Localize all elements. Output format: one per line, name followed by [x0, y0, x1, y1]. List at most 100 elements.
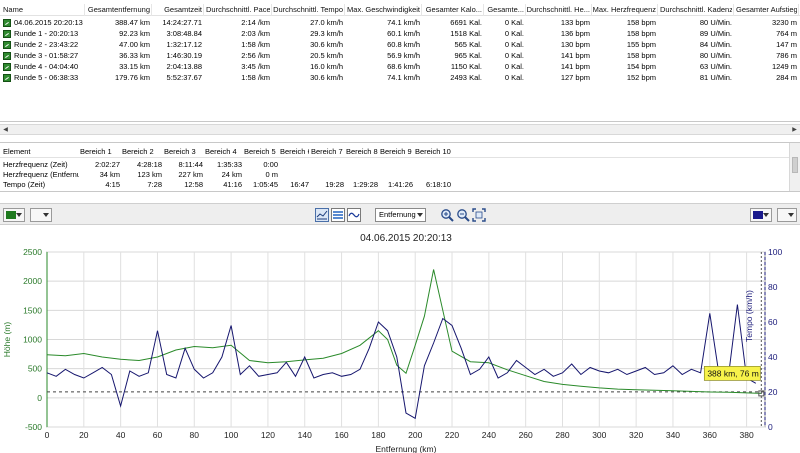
table-cell: Runde 2 - 23:43:22 [14, 40, 79, 49]
table-cell: 12:58 [184, 180, 203, 189]
laps-column-header[interactable]: Gesamtentfernung [86, 4, 150, 15]
zoom-in-icon[interactable] [440, 208, 454, 222]
fit-icon[interactable] [472, 208, 486, 222]
chevron-down-icon [788, 213, 794, 217]
table-row[interactable]: Tempo (Zeit) 4:15 7:28 12:58 41:16 1:05:45 16:… [0, 180, 789, 190]
table-row[interactable]: Runde 2 - 23:43:22 47.00 km 1:32:17.12 1:58… [0, 39, 800, 50]
table-cell: 147 m [776, 40, 797, 49]
chart-mode-icon[interactable] [315, 208, 329, 222]
table-cell: 0 m [265, 170, 278, 179]
laps-column-header[interactable]: Gesamtzeit [152, 4, 202, 15]
table-cell: 60.8 km/h [387, 40, 420, 49]
table-row[interactable]: Runde 3 - 01:58:27 36.33 km 1:46:30.19 2:56… [0, 50, 800, 61]
table-cell: 1249 m [771, 62, 797, 71]
table-cell: Runde 1 - 20:20:13 [14, 29, 79, 38]
zones-column-header[interactable]: Bereich 9 [380, 146, 413, 158]
table-cell: 19:28 [325, 180, 344, 189]
vertical-scrollbar[interactable] [789, 143, 800, 191]
scroll-left-icon[interactable]: ◀ [0, 125, 11, 135]
zones-column-header[interactable]: Element [3, 146, 79, 158]
table-row[interactable]: Herzfrequenz (Entfernung) 34 km 123 km 227 … [0, 170, 789, 180]
right-series-dropdown[interactable] [777, 208, 797, 222]
y-tick-label-right: 40 [768, 352, 778, 362]
table-cell: 2:02:27 [94, 160, 120, 169]
table-cell: 0 Kal. [504, 29, 524, 38]
laps-column-header[interactable]: Gesamter Kalo... [422, 4, 482, 15]
table-cell: 16.0 km/h [310, 62, 343, 71]
table-cell [415, 160, 451, 170]
table-cell [380, 170, 413, 180]
zones-column-header[interactable]: Bereich 5 [244, 146, 278, 158]
zones-column-header[interactable]: Bereich 7 [311, 146, 344, 158]
chart-title: 04.06.2015 20:20:13 [360, 233, 452, 244]
column-divider[interactable] [84, 4, 85, 16]
y-axis-label-left: Höhe (m) [2, 322, 12, 358]
distance-select[interactable]: Entfernung [375, 208, 426, 222]
table-row[interactable]: Herzfrequenz (Zeit) 2:02:27 4:28:18 8:11:44… [0, 160, 789, 170]
chart-svg[interactable]: -500050010001500200025000 20 40 60 80 100 120 1… [0, 226, 800, 453]
laps-column-header[interactable]: Durchschnittl. Tempo [273, 4, 343, 15]
zones-column-header[interactable]: Bereich 10 [415, 146, 451, 158]
right-color-swatch [753, 211, 763, 219]
column-divider[interactable] [733, 4, 734, 16]
table-cell: 3:45 /km [241, 62, 270, 71]
scrollbar-thumb[interactable] [792, 157, 798, 173]
table-cell [346, 160, 378, 170]
right-series-color-button[interactable] [750, 208, 772, 222]
table-cell: 1518 Kal. [450, 29, 482, 38]
elevation-speed-chart[interactable]: -500 0 500 1000 1500 2000 2500 0 20 40 60 80 100 120 1… [0, 226, 800, 453]
y-tick-label-left: 2000 [23, 276, 42, 286]
column-divider[interactable] [203, 4, 204, 16]
laps-column-header[interactable]: Gesamter Aufstieg [736, 4, 797, 15]
laps-column-header[interactable]: Gesamte... [484, 4, 524, 15]
table-row[interactable]: Runde 1 - 20:20:13 92.23 km 3:08:48.84 2:03… [0, 28, 800, 39]
laps-column-header[interactable]: Durchschnittl. He... [526, 4, 590, 15]
table-cell: Runde 3 - 01:58:27 [14, 51, 79, 60]
column-divider[interactable] [344, 4, 345, 16]
column-divider[interactable] [271, 4, 272, 16]
table-cell: 5:52:37.67 [166, 73, 202, 82]
table-cell [311, 160, 344, 170]
table-cell: Herzfrequenz (Entfernung) [3, 170, 79, 179]
x-tick-label: 240 [482, 430, 496, 440]
table-row[interactable]: Runde 4 - 04:04:40 33.15 km 2:04:13.88 3:45… [0, 61, 800, 72]
lap-icon [3, 19, 11, 27]
zones-column-header[interactable]: Bereich 3 [164, 146, 203, 158]
chart-toolbar: Entfernung [0, 203, 800, 225]
table-row[interactable]: 04.06.2015 20:20:13 388.47 km 14:24:27.71 2… [0, 17, 800, 28]
left-series-color-button[interactable] [3, 208, 25, 222]
laps-column-header[interactable]: Name [3, 4, 83, 15]
zones-column-header[interactable]: Bereich 6 [280, 146, 309, 158]
column-divider[interactable] [657, 4, 658, 16]
laps-column-header[interactable]: Max. Herzfrequenz [592, 4, 656, 15]
table-row[interactable]: Runde 5 - 06:38:33 179.76 km 5:52:37.67 1:5… [0, 72, 800, 83]
x-tick-label: 100 [224, 430, 238, 440]
chart-line-icon[interactable] [347, 208, 361, 222]
chart-fill-icon[interactable] [331, 208, 345, 222]
scroll-right-icon[interactable]: ▶ [789, 125, 800, 135]
laps-column-header[interactable]: Durchschnittl. Pace [206, 4, 270, 15]
zones-column-header[interactable]: Bereich 2 [122, 146, 162, 158]
table-cell: 6:18:10 [425, 180, 451, 189]
left-color-swatch [6, 211, 16, 219]
table-cell: 63 U/Min. [699, 62, 732, 71]
zones-column-header[interactable]: Bereich 8 [346, 146, 378, 158]
x-tick-label: 20 [79, 430, 89, 440]
table-cell: 0 Kal. [504, 62, 524, 71]
table-cell: 8:11:44 [178, 160, 203, 169]
laps-column-header[interactable]: Max. Geschwindigkeit [346, 4, 420, 15]
x-tick-label: 80 [190, 430, 200, 440]
table-cell: 1:58 /km [241, 40, 270, 49]
zoom-out-icon[interactable] [456, 208, 470, 222]
left-series-dropdown[interactable] [30, 208, 52, 222]
zones-column-header[interactable]: Bereich 4 [205, 146, 242, 158]
y-tick-label-right: 100 [768, 247, 782, 257]
table-cell: 0:00 [263, 160, 278, 169]
table-cell: 74.1 km/h [387, 18, 420, 27]
laps-column-header[interactable]: Durchschnittl. Kadenz [660, 4, 732, 15]
horizontal-scrollbar[interactable]: ◀ ▶ [0, 124, 800, 135]
y-tick-label-left: 0 [37, 393, 42, 403]
table-cell: Runde 4 - 04:04:40 [14, 62, 79, 71]
zones-column-header[interactable]: Bereich 1 [80, 146, 120, 158]
column-divider[interactable] [798, 4, 799, 16]
